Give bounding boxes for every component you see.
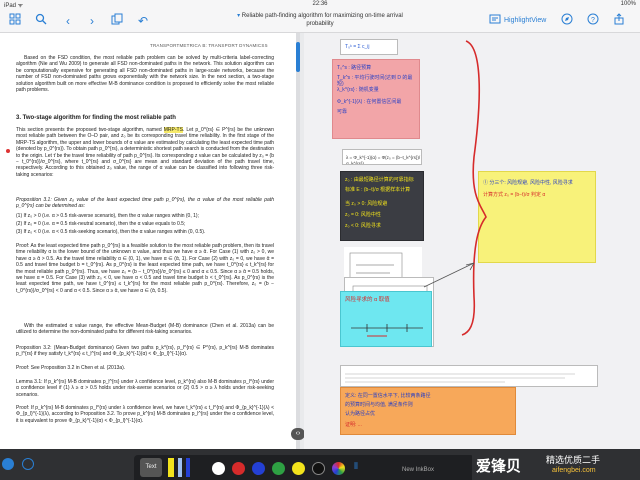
case-2: (2) If z₀ = 0 (i.e. α = 0.5 risk-neutral… — [16, 221, 186, 227]
home-grid-icon[interactable] — [8, 12, 22, 30]
lemma-3-1: Lemma 3.1: If p_k^{rs} M-B dominates p_l… — [16, 379, 274, 398]
dark-note-2: 标准 E : (b−t)/σ 根据样本计算 — [345, 187, 411, 193]
inkbox-cyan[interactable]: 风险寻求的 α 取值 — [340, 291, 432, 347]
mb-dominance-paragraph: With the estimated α value range, the ef… — [16, 323, 274, 336]
new-inkbox-button[interactable]: New InkBox — [402, 467, 434, 473]
dark-note-1: z₀ : 由最短路径计算的可靠指标 — [345, 177, 414, 183]
color-swatch-green[interactable] — [272, 462, 285, 475]
watermark-brand: 爱锋贝 — [476, 458, 522, 475]
watermark-tagline: 精选优质二手 — [546, 455, 601, 465]
color-picker-icon[interactable] — [332, 462, 345, 475]
yellow-note-1: ① 分三个: 风险规避, 风险中性, 风险寻求 — [483, 180, 573, 186]
orange-note-4: 证明: ... — [345, 422, 362, 428]
dark-note-4: z₀ = 0: 风险中性 — [345, 212, 381, 218]
page-number: 5 — [265, 43, 268, 48]
help-icon[interactable]: ? — [586, 12, 600, 30]
top-toolbar: ‹ › ↶ ▾ Reliable path-finding algorithm … — [0, 9, 640, 33]
pink-note-1: T₀^s : 路径预算 — [337, 65, 372, 71]
case-3: (3) If z₀ < 0 (i.e. α < 0.5 risk-seeking… — [16, 229, 206, 235]
inkbox-pink[interactable]: T₀^s : 路径预算 T_k^s : 平均行驶时间(达到 D 的最短) λ_k… — [332, 59, 420, 139]
pane-resize-handle[interactable]: ‹› — [291, 428, 305, 440]
columns-icon[interactable]: ⦀ — [354, 461, 368, 475]
ink-palette: Text ⦀ New InkBox — [134, 455, 474, 480]
battery-indicator: 100% — [620, 1, 636, 7]
color-swatch-blue[interactable] — [252, 462, 265, 475]
svg-text:?: ? — [591, 17, 595, 24]
status-bar: iPad ᯤ 22:36 100% — [0, 0, 640, 9]
excerpt-lines-icon — [345, 373, 575, 383]
inkbox-yellow[interactable]: ① 分三个: 风险规避, 风险中性, 风险寻求 计算方式 z₀ = (b−t)/… — [478, 171, 596, 263]
running-head: TRANSPORTMETRICA B: TRANSPORT DYNAMICS — [150, 43, 265, 48]
color-swatch-red[interactable] — [232, 462, 245, 475]
pane-divider — [296, 33, 300, 449]
scroll-indicator[interactable] — [296, 42, 300, 72]
compass-icon[interactable] — [560, 12, 574, 30]
pdf-page[interactable]: TRANSPORTMETRICA B: TRANSPORT DYNAMICS 5… — [0, 33, 296, 449]
watermark-url: aifengbei.com — [552, 467, 596, 474]
color-swatch-yellow[interactable] — [292, 462, 305, 475]
watermark: 爱锋贝 精选优质二手 aifengbei.com — [472, 449, 640, 480]
highlighter-icon[interactable] — [168, 458, 174, 477]
pink-note-5: 可靠 — [337, 109, 348, 115]
nav-dot-left[interactable] — [2, 458, 14, 470]
proof-3: Proof: If p_k^{rs} M-B dominates p_l^{rs… — [16, 405, 274, 424]
section-paragraph: This section presents the proposed two-s… — [16, 127, 274, 178]
undo-icon[interactable]: ↶ — [136, 12, 150, 30]
arrow-icon — [423, 262, 475, 288]
color-swatch-white[interactable] — [212, 462, 225, 475]
formula-snippet: T₀ᵏ = Σ c_ij — [345, 44, 370, 50]
pen-icon[interactable] — [178, 458, 182, 477]
back-chevron-icon[interactable]: ‹ — [62, 12, 74, 30]
dark-note-3: 当 z₀ > 0: 风险规避 — [345, 201, 388, 207]
text-tool-button[interactable]: Text — [140, 458, 162, 477]
case-1: (1) If z₀ > 0 (i.e. α > 0.5 risk-averse … — [16, 213, 199, 219]
orange-note-1: 定义: 在同一置信水平下, 比较两条路径 — [345, 393, 431, 399]
formula-text: λ = Φ_k^{-1}(α) = Φ(z₀ = (b−t_k^{rs})/σ_… — [346, 155, 421, 165]
inkbox-excerpt[interactable] — [340, 365, 598, 387]
proposition-3-2: Proposition 3.2: (Mean-Budget dominance)… — [16, 345, 274, 358]
inkbox-orange[interactable]: 定义: 在同一置信水平下, 比较两条路径 的预算时间与均值, 满足条件则 认为路… — [340, 387, 516, 435]
pink-note-2: T_k^s : 平均行驶时间(达到 D 的最短) — [337, 75, 413, 87]
search-icon[interactable] — [34, 12, 48, 30]
pencil-icon[interactable] — [186, 458, 190, 477]
inkbox-dark[interactable]: z₀ : 由最短路径计算的可靠指标 标准 E : (b−t)/σ 根据样本计算 … — [340, 171, 424, 241]
copy-icon[interactable] — [110, 12, 124, 30]
pink-note-3: λ_k^{rs} : 随机变量 — [337, 87, 379, 93]
dark-note-5: z₀ < 0: 风险寻求 — [345, 223, 381, 229]
orange-note-2: 的预算时间与均值, 满足条件则 — [345, 402, 413, 408]
inkbox-formula[interactable]: λ = Φ_k^{-1}(α) = Φ(z₀ = (b−t_k^{rs})/σ_… — [342, 149, 422, 165]
inkbox-formula-top[interactable]: T₀ᵏ = Σ c_ij — [340, 39, 398, 55]
yellow-note-2: 计算方式 z₀ = (b−t)/σ 判定 α — [483, 192, 546, 198]
section-title: 3. Two-stage algorithm for finding the m… — [16, 115, 176, 121]
proof-2: Proof: See Proposition 3.2 in Chen et al… — [16, 365, 126, 371]
cyan-note: 风险寻求的 α 取值 — [345, 297, 390, 303]
proposition-3-1: Proposition 3.1: Given z₀ value of the l… — [16, 197, 274, 210]
color-swatch-black[interactable] — [312, 462, 325, 475]
orange-note-3: 认为路径占优 — [345, 411, 376, 417]
share-icon[interactable] — [612, 12, 626, 30]
highlight-view-button[interactable]: HighlightView — [504, 17, 546, 24]
clock: 22:36 — [312, 1, 328, 7]
document-title[interactable]: ▾ Reliable path-finding algorithm for ma… — [236, 12, 404, 28]
notebook-pane[interactable]: T₀ᵏ = Σ c_ij T₀^s : 路径预算 T_k^s : 平均行驶时间(… — [304, 33, 640, 449]
forward-chevron-icon[interactable]: › — [86, 12, 98, 30]
intro-paragraph: Based on the FSD condition, the most rel… — [16, 55, 274, 94]
number-line-icon — [351, 324, 423, 337]
layout-icon[interactable] — [22, 458, 34, 470]
pink-note-4: Φ_k^{-1}(λ) : 在何置信区间最 — [337, 99, 402, 105]
proof-paragraph: Proof: As the least expected time path p… — [16, 243, 274, 294]
highlighted-term[interactable]: MRP-TS — [163, 127, 183, 133]
highlight-view-icon[interactable] — [488, 12, 502, 30]
margin-marker — [6, 149, 10, 153]
